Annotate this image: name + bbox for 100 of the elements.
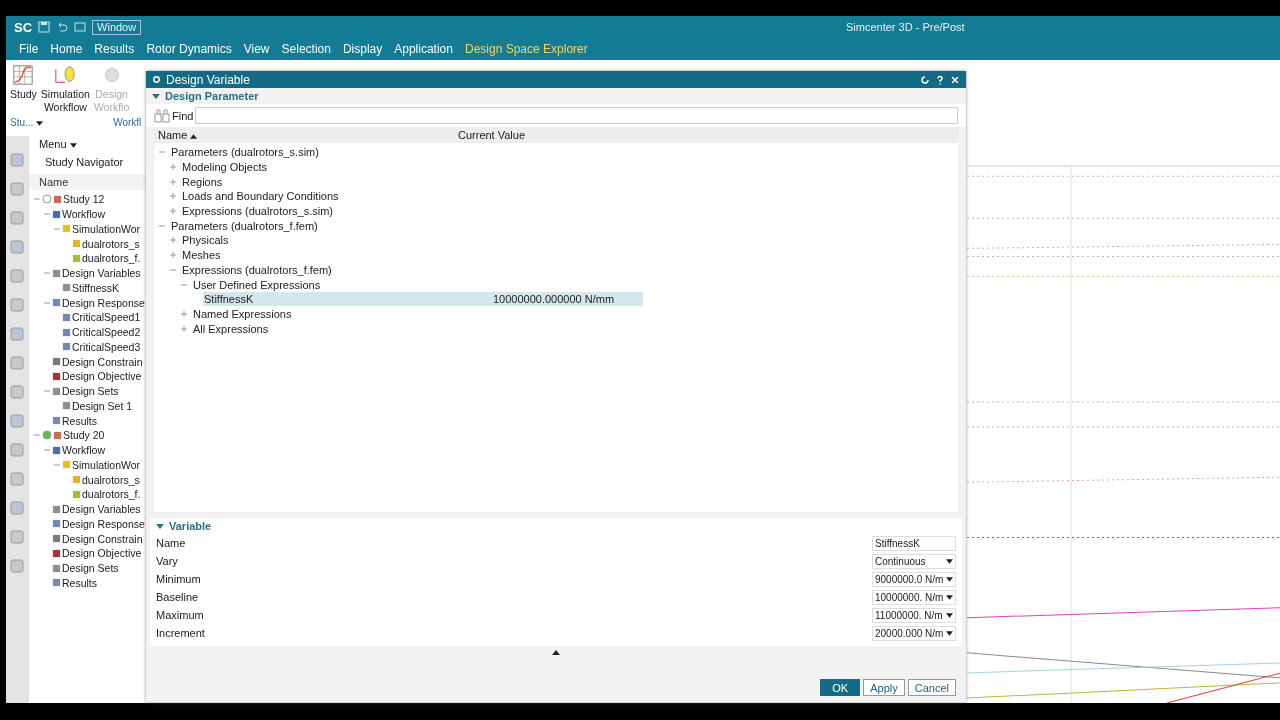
tree-item[interactable]: Workflow [62, 208, 105, 221]
menu-tab[interactable]: Home [45, 42, 88, 56]
ribbon-button[interactable]: Study [8, 64, 39, 114]
tree-item[interactable]: Design Sets [62, 385, 119, 398]
collapse-arrow-icon[interactable] [552, 649, 560, 655]
caret-icon [946, 630, 953, 636]
tool-icon[interactable] [9, 384, 25, 400]
tool-icon[interactable] [9, 529, 25, 545]
name-field[interactable]: StiffnessK [872, 535, 956, 551]
ribbon-button[interactable]: Simulation Workflow [38, 64, 92, 114]
expand-icon[interactable] [169, 177, 177, 186]
value-dropdown[interactable]: 11000000. N/m [872, 607, 956, 623]
expand-icon[interactable] [169, 192, 177, 201]
expand-icon[interactable] [180, 309, 188, 318]
tree-item[interactable]: CriticalSpeed3 [72, 340, 141, 353]
tree-item[interactable]: SimulationWor [72, 458, 141, 471]
expand-icon[interactable] [169, 163, 177, 172]
section-header[interactable]: Design Parameter [146, 88, 966, 104]
tree-item[interactable]: Design Objective [62, 370, 142, 383]
node-icon [62, 312, 71, 322]
help-icon[interactable] [935, 74, 945, 85]
tree-item[interactable]: Design Sets [62, 562, 119, 575]
dialog-button[interactable]: Cancel [907, 679, 956, 696]
column-header[interactable]: Current Value [458, 129, 526, 141]
tool-icon[interactable] [9, 297, 25, 313]
tree-item[interactable]: Physicals [181, 233, 230, 248]
tree-item[interactable]: SimulationWor [72, 222, 141, 235]
tree-item[interactable]: Results [62, 414, 97, 427]
undo-icon[interactable] [56, 21, 69, 33]
menu-tab[interactable]: File [14, 42, 44, 56]
tree-item[interactable]: Design Constrain [62, 532, 143, 545]
tree-item[interactable]: StiffnessK [72, 281, 120, 294]
menu-tab[interactable]: Display [337, 42, 388, 56]
group-dropdown[interactable]: Stu... [10, 116, 44, 128]
menu-tab[interactable]: Rotor Dynamics [141, 42, 237, 56]
tree-item[interactable]: Results [62, 576, 97, 589]
column-header[interactable]: Name [154, 129, 458, 141]
menu-tab[interactable]: Results [89, 42, 140, 56]
tool-icon[interactable] [9, 442, 25, 458]
tool-icon[interactable] [9, 558, 25, 574]
tree-item[interactable]: CriticalSpeed2 [72, 326, 141, 339]
tool-icon[interactable] [9, 152, 25, 168]
value-dropdown[interactable]: 10000000. N/m [872, 589, 956, 605]
tree-item[interactable]: Study 12 [63, 193, 105, 206]
tool-icon[interactable] [9, 326, 25, 342]
tool-icon[interactable] [9, 210, 25, 226]
tool-icon[interactable] [9, 181, 25, 197]
tool-icon[interactable] [9, 413, 25, 429]
tree-item[interactable]: All Expressions [192, 321, 270, 336]
save-icon[interactable] [38, 21, 51, 33]
expand-icon[interactable] [169, 207, 177, 216]
tree-item[interactable]: Design Response [62, 296, 145, 309]
vary-dropdown[interactable]: Continuous [872, 553, 956, 569]
tree-item[interactable]: Loads and Boundary Conditions [181, 189, 340, 204]
value-dropdown[interactable]: 9000000.0 N/m [872, 571, 956, 587]
tree-item[interactable]: Design Variables [62, 267, 141, 280]
tree-item[interactable]: Expressions (dualrotors_f.fem) [181, 262, 333, 277]
tree-item[interactable]: dualrotors_s [82, 237, 140, 250]
section-header[interactable]: Variable [150, 518, 218, 534]
tree-item[interactable]: Design Response [62, 517, 145, 530]
close-icon[interactable] [950, 74, 960, 85]
tool-icon[interactable] [9, 471, 25, 487]
tree-item[interactable]: dualrotors_f. [82, 488, 141, 501]
tree-item[interactable]: Expressions (dualrotors_s.sim) [181, 204, 334, 219]
reset-icon[interactable] [920, 74, 930, 85]
menu-tab[interactable]: View [238, 42, 275, 56]
tree-item[interactable]: Design Constrain [62, 355, 143, 368]
find-field[interactable] [195, 107, 958, 124]
tree-item[interactable]: dualrotors_f. [82, 252, 141, 265]
expand-icon[interactable] [169, 251, 177, 260]
window-dropdown[interactable]: Window [92, 19, 142, 35]
expand-icon[interactable] [169, 236, 177, 245]
tool-icon[interactable] [9, 268, 25, 284]
tree-item[interactable]: CriticalSpeed1 [72, 311, 141, 324]
tool-icon[interactable] [9, 500, 25, 516]
tree-item[interactable]: Regions [181, 174, 224, 189]
tree-item[interactable]: User Defined Expressions [192, 277, 322, 292]
tree-item[interactable]: dualrotors_s [82, 473, 140, 486]
tree-item[interactable]: Design Objective [62, 547, 142, 560]
tree-item[interactable]: Meshes [181, 248, 222, 263]
expand-icon[interactable] [180, 324, 188, 333]
tree-item[interactable]: Workflow [62, 444, 105, 457]
tree-item[interactable]: Modeling Objects [181, 160, 268, 175]
menu-button[interactable]: Menu [29, 136, 87, 152]
dialog-button[interactable]: OK [820, 679, 861, 696]
find-label: Find [172, 109, 194, 122]
tree-item[interactable]: Parameters (dualrotors_s.sim) [170, 145, 320, 160]
tree-item[interactable]: Named Expressions [192, 306, 293, 321]
menu-tab[interactable]: Application [389, 42, 458, 56]
tree-item[interactable]: StiffnessK [203, 292, 489, 307]
menu-tab[interactable]: Selection [276, 42, 336, 56]
value-dropdown[interactable]: 20000.000 N/m [872, 625, 956, 641]
tool-icon[interactable] [9, 355, 25, 371]
tool-icon[interactable] [9, 239, 25, 255]
window-icon[interactable] [74, 21, 87, 33]
tree-item[interactable]: Design Variables [62, 503, 141, 516]
tree-item[interactable]: Study 20 [63, 429, 105, 442]
tree-item[interactable]: Design Set 1 [72, 399, 133, 412]
tree-item[interactable]: Parameters (dualrotors_f.fem) [170, 218, 319, 233]
dialog-button[interactable]: Apply [863, 679, 905, 696]
